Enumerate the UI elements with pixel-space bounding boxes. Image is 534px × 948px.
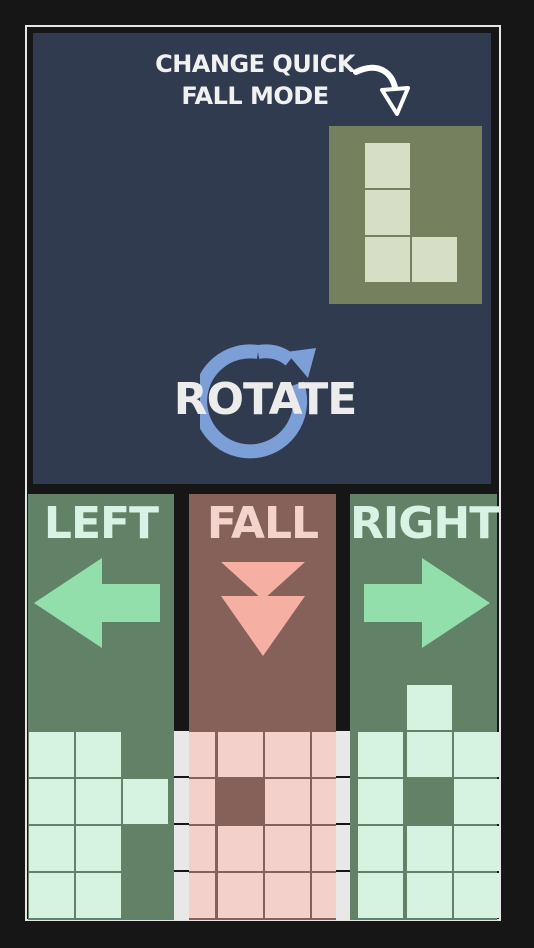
board-block [265, 826, 310, 871]
board-block [358, 779, 403, 824]
board-block [29, 779, 74, 824]
board-block [218, 732, 263, 777]
board-block [312, 826, 336, 871]
board-gap [336, 731, 350, 919]
board-gap-line [336, 776, 350, 778]
board-gap [174, 731, 189, 919]
board-block [407, 685, 452, 730]
arrow-left-icon [34, 558, 160, 648]
board-block [312, 873, 336, 918]
rotate-label: ROTATE [173, 374, 358, 425]
board-block [358, 732, 403, 777]
board-block [218, 826, 263, 871]
preview-block [365, 237, 410, 282]
preview-block [365, 190, 410, 235]
preview-block [412, 237, 457, 282]
next-piece-preview[interactable] [329, 126, 482, 304]
board-block [29, 732, 74, 777]
board-gap-line [336, 870, 350, 872]
board-block [29, 873, 74, 918]
board-block [358, 873, 403, 918]
fall-label: FALL [206, 498, 319, 549]
board-block [76, 826, 121, 871]
board-block [454, 732, 499, 777]
board-block [76, 779, 121, 824]
board-gap-line [174, 776, 189, 778]
board-block [407, 873, 452, 918]
double-chevron-down-icon [221, 562, 305, 656]
curved-arrow-down-icon [353, 64, 410, 116]
board-block [265, 732, 310, 777]
board-block [312, 732, 336, 777]
board-gap-line [174, 870, 189, 872]
board-block [76, 873, 121, 918]
hint-line-1: CHANGE QUICK [155, 50, 355, 78]
board-block [454, 873, 499, 918]
board-block [265, 779, 310, 824]
board-gap-line [174, 823, 189, 825]
board-block [189, 732, 215, 777]
board-block [454, 779, 499, 824]
board-block [76, 732, 121, 777]
quick-fall-hint: CHANGE QUICK FALL MODE [150, 48, 360, 112]
board-block [218, 873, 263, 918]
board-block [407, 732, 452, 777]
board-block [265, 873, 310, 918]
board-block [189, 779, 215, 824]
board-block [454, 826, 499, 871]
right-label: RIGHT [350, 498, 499, 549]
board-block [123, 779, 168, 824]
board-gap-line [336, 823, 350, 825]
board-block [407, 826, 452, 871]
board-block [189, 873, 215, 918]
board-block [312, 779, 336, 824]
arrow-right-icon [364, 558, 490, 648]
left-label: LEFT [43, 498, 159, 549]
hint-line-2: FALL MODE [181, 82, 329, 110]
board-block [358, 826, 403, 871]
board-block [29, 826, 74, 871]
board-block [189, 826, 215, 871]
preview-block [365, 143, 410, 188]
